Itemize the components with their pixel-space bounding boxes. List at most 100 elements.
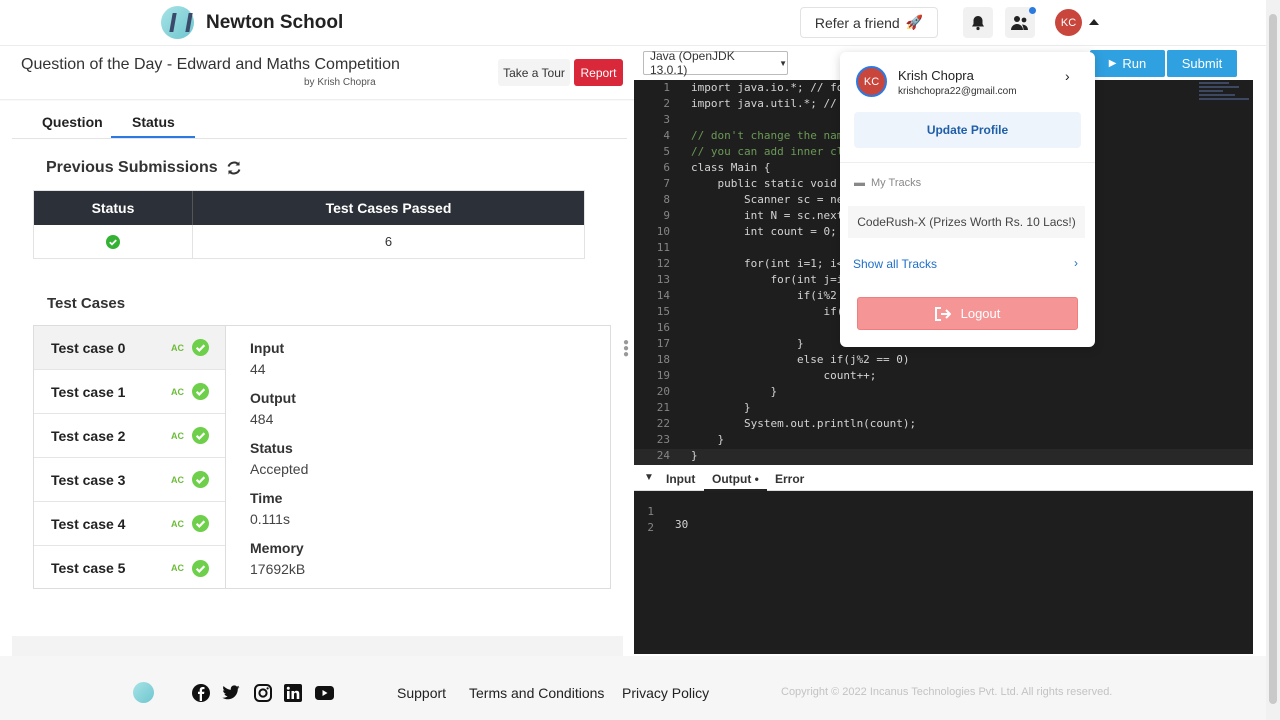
divider <box>840 162 1095 163</box>
output-panel[interactable]: 1 30 2 <box>634 491 1253 654</box>
line-text: if(i%2 <box>691 289 837 302</box>
test-case-item[interactable]: Test case 0 AC <box>34 326 225 370</box>
test-case-item[interactable]: Test case 2 AC <box>34 414 225 458</box>
scrollbar-thumb[interactable] <box>1269 14 1277 704</box>
output-value: 484 <box>250 411 274 427</box>
line-number: 9 <box>663 209 670 222</box>
test-case-detail: Input 44 Output 484 Status Accepted Time… <box>250 340 308 590</box>
line-text: for(int j=i <box>691 273 844 286</box>
code-line: 18 else if(j%2 == 0) <box>634 353 1253 369</box>
page-scrollbar[interactable] <box>1266 0 1280 720</box>
tab-question[interactable]: Question <box>42 114 103 130</box>
code-line: 22 System.out.println(count); <box>634 417 1253 433</box>
test-case-name: Test case 0 <box>51 339 126 356</box>
chevron-right-icon[interactable]: › <box>1074 256 1078 270</box>
line-text: // you can add inner cla <box>691 145 850 158</box>
report-button[interactable]: Report <box>574 59 623 86</box>
newton-logo[interactable] <box>161 6 194 39</box>
line-number: 5 <box>663 145 670 158</box>
line-number: 1 <box>663 81 670 94</box>
table-header: Status Test Cases Passed <box>34 191 584 225</box>
check-circle-icon <box>192 515 209 532</box>
folder-icon: ▬ <box>854 177 865 189</box>
io-tabs: ▼ Input Output • Error <box>634 466 1253 491</box>
update-profile-button[interactable]: Update Profile <box>854 112 1081 148</box>
footer-link-terms[interactable]: Terms and Conditions <box>469 685 604 701</box>
line-text: int N = sc.nextI <box>691 209 850 222</box>
footer-link-privacy[interactable]: Privacy Policy <box>622 685 709 701</box>
question-title: Question of the Day - Edward and Maths C… <box>21 56 400 73</box>
user-avatar[interactable]: KC <box>1055 9 1082 36</box>
test-case-item[interactable]: Test case 5 AC <box>34 546 225 590</box>
tab-error[interactable]: Error <box>775 472 804 486</box>
test-case-item[interactable]: Test case 4 AC <box>34 502 225 546</box>
logout-button[interactable]: Logout <box>857 297 1078 330</box>
linkedin-icon[interactable] <box>284 684 302 702</box>
footer-link-support[interactable]: Support <box>397 685 446 701</box>
youtube-icon[interactable] <box>315 684 334 702</box>
notification-dot <box>1029 7 1036 14</box>
chevron-right-icon[interactable]: › <box>1065 68 1070 84</box>
line-number: 22 <box>656 417 670 430</box>
track-item[interactable]: CodeRush-X (Prizes Worth Rs. 10 Lacs!) <box>848 206 1085 238</box>
run-button[interactable]: ▶ Run <box>1090 50 1165 77</box>
ac-badge: AC <box>171 386 184 397</box>
header-test-cases-passed: Test Cases Passed <box>325 200 452 216</box>
pane-resize-handle[interactable]: ● ● ● <box>623 338 629 360</box>
status-label: Status <box>250 440 293 456</box>
my-tracks-label: My Tracks <box>871 177 922 189</box>
table-row[interactable]: 6 <box>34 225 584 258</box>
take-tour-button[interactable]: Take a Tour <box>498 59 570 86</box>
instagram-icon[interactable] <box>254 684 272 702</box>
memory-value: 17692kB <box>250 561 306 577</box>
line-number: 14 <box>656 289 670 302</box>
question-author: by Krish Chopra <box>304 77 376 88</box>
profile-dropdown: KC Krish Chopra krishchopra22@gmail.com … <box>840 52 1095 347</box>
run-label: Run <box>1122 56 1147 71</box>
tab-input[interactable]: Input <box>666 472 695 486</box>
footer-logo[interactable] <box>133 682 154 703</box>
twitter-icon[interactable] <box>222 684 240 702</box>
ac-badge: AC <box>171 474 184 485</box>
profile-name[interactable]: Krish Chopra <box>898 68 974 83</box>
line-number: 18 <box>656 353 670 366</box>
line-text: import java.io.*; // fo <box>691 81 844 94</box>
refresh-icon[interactable] <box>226 160 242 176</box>
language-select[interactable]: Java (OpenJDK 13.0.1) ▼ <box>643 49 788 77</box>
submit-button[interactable]: Submit <box>1167 50 1237 77</box>
test-case-item[interactable]: Test case 3 AC <box>34 458 225 502</box>
facebook-icon[interactable] <box>192 684 210 702</box>
submission-passed-cell: 6 <box>384 234 393 249</box>
line-number: 7 <box>663 177 670 190</box>
tab-output[interactable]: Output • <box>704 466 767 491</box>
collapse-chevron-icon[interactable]: ▼ <box>644 472 654 483</box>
show-all-tracks-link[interactable]: Show all Tracks <box>853 257 937 271</box>
check-circle-icon <box>192 471 209 488</box>
ac-badge: AC <box>171 342 184 353</box>
caret-up-icon[interactable] <box>1089 19 1099 25</box>
problem-pane: Question of the Day - Edward and Maths C… <box>0 46 634 656</box>
line-text: import java.util.*; // <box>691 97 844 110</box>
line-number: 13 <box>656 273 670 286</box>
line-number: 2 <box>663 97 670 110</box>
submissions-table: Status Test Cases Passed 6 <box>33 190 585 259</box>
test-case-name: Test case 2 <box>51 427 126 444</box>
line-text: } <box>691 337 804 350</box>
line-text: count++; <box>691 369 877 382</box>
line-number: 19 <box>656 369 670 382</box>
brand-name[interactable]: Newton School <box>206 12 343 34</box>
refer-friend-label: Refer a friend <box>814 14 900 31</box>
refer-friend-button[interactable]: Refer a friend 🚀 <box>800 7 938 38</box>
line-number: 12 <box>656 257 670 270</box>
line-text: System.out.println(count); <box>691 417 917 430</box>
chevron-down-icon: ▼ <box>779 58 787 68</box>
line-number: 21 <box>656 401 670 414</box>
notifications-button[interactable] <box>963 7 993 38</box>
profile-email: krishchopra22@gmail.com <box>898 86 1017 97</box>
tab-status[interactable]: Status <box>132 114 175 130</box>
time-value: 0.111s <box>250 511 290 527</box>
test-case-item[interactable]: Test case 1 AC <box>34 370 225 414</box>
ac-badge: AC <box>171 430 184 441</box>
line-number: 16 <box>656 321 670 334</box>
line-number: 6 <box>663 161 670 174</box>
